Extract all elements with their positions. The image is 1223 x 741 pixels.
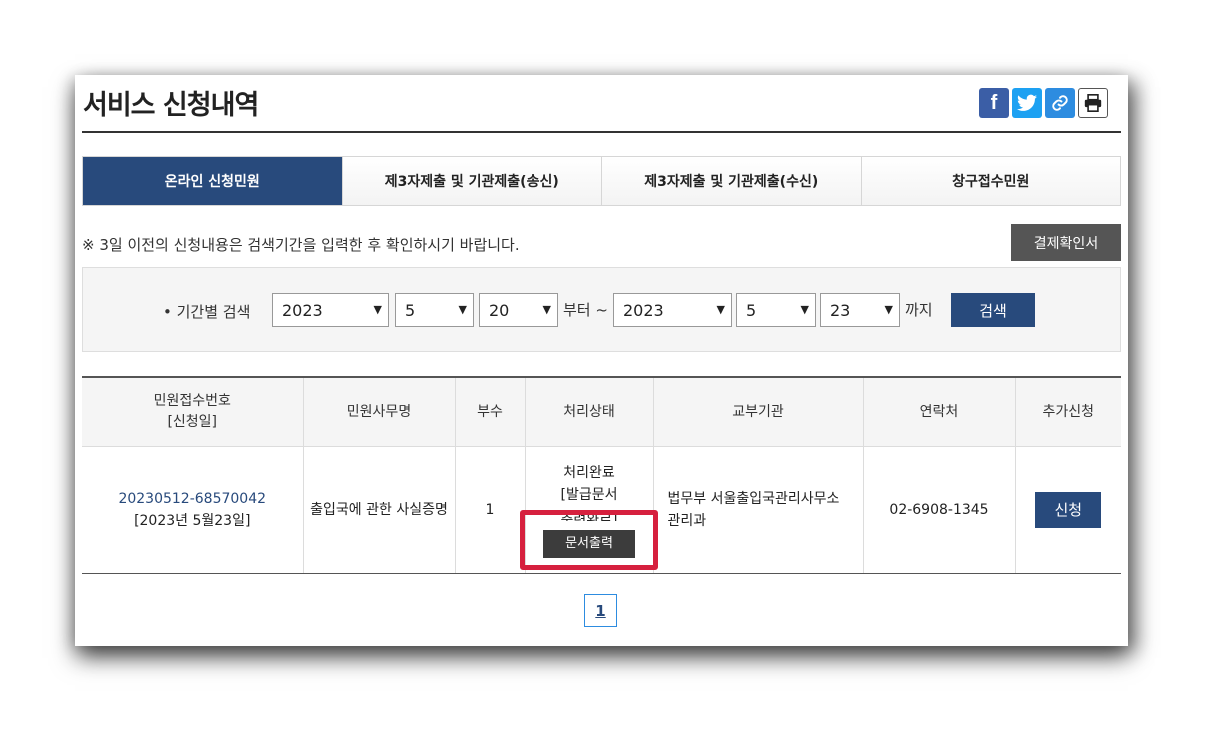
from-month-select[interactable]: 5 ▼ — [395, 293, 474, 327]
header-additional-request: 추가신청 — [1014, 376, 1121, 447]
header-service-name: 민원사무명 — [302, 376, 455, 447]
tab-online-application[interactable]: 온라인 신청민원 — [83, 157, 342, 205]
header-date-label: [신청일] — [167, 414, 218, 430]
print-icon[interactable] — [1078, 88, 1108, 118]
chevron-down-icon: ▼ — [716, 303, 725, 316]
header-contact: 연락처 — [862, 376, 1015, 447]
to-day-select[interactable]: 23 ▼ — [820, 293, 900, 327]
receipt-cell: 20230512-68570042 [2023년 5월23일] — [82, 446, 303, 574]
from-month-value: 5 — [405, 300, 416, 320]
to-month-value: 5 — [746, 300, 757, 320]
header-receipt-label: 민원접수번호 — [153, 393, 231, 409]
period-search-label: • 기간별 검색 — [163, 303, 251, 321]
additional-request-cell: 신청 — [1014, 446, 1121, 574]
agency-name: 법무부 서울출입국관리사무소 — [667, 491, 840, 507]
chevron-down-icon: ▼ — [884, 303, 893, 316]
tab-bar: 온라인 신청민원 제3자제출 및 기관제출(송신) 제3자제출 및 기관제출(수… — [82, 156, 1121, 206]
header-receipt-number: 민원접수번호 [신청일] — [82, 376, 303, 447]
to-month-select[interactable]: 5 ▼ — [736, 293, 816, 327]
search-period-notice: ※ 3일 이전의 신청내용은 검색기간을 입력한 후 확인하시기 바랍니다. — [82, 236, 520, 254]
header-copies: 부수 — [454, 376, 525, 447]
from-day-value: 20 — [489, 300, 510, 320]
service-name-cell: 출입국에 관한 사실증명 — [302, 446, 455, 574]
link-icon[interactable] — [1045, 88, 1075, 118]
pagination-page-1[interactable]: 1 — [584, 594, 617, 627]
chevron-down-icon: ▼ — [458, 303, 467, 316]
share-toolbar: f — [979, 88, 1108, 118]
print-button-highlight — [520, 510, 658, 570]
agency-cell: 법무부 서울출입국관리사무소 관리과 — [652, 446, 863, 574]
to-text: 까지 — [905, 301, 933, 319]
tab-counter-application[interactable]: 창구접수민원 — [860, 157, 1120, 205]
to-day-value: 23 — [830, 300, 851, 320]
twitter-icon[interactable] — [1012, 88, 1042, 118]
to-year-value: 2023 — [623, 300, 664, 320]
from-text: 부터 ~ — [563, 301, 608, 319]
tab-third-party-sent[interactable]: 제3자제출 및 기관제출(송신) — [341, 157, 601, 205]
contact-cell: 02-6908-1345 — [862, 446, 1015, 574]
status-detail: [발급문서 — [560, 487, 618, 503]
from-year-value: 2023 — [282, 300, 323, 320]
chevron-down-icon: ▼ — [800, 303, 809, 316]
period-search-box: • 기간별 검색 2023 ▼ 5 ▼ 20 ▼ 부터 ~ 2023 ▼ 5 ▼… — [82, 267, 1121, 352]
agency-department: 관리과 — [667, 513, 707, 529]
from-year-select[interactable]: 2023 ▼ — [272, 293, 389, 327]
service-history-panel: 서비스 신청내역 f 온라인 신청민원 제3자제출 및 기관제출(송신) 제3자… — [75, 75, 1128, 646]
title-divider — [82, 131, 1121, 133]
search-button[interactable]: 검색 — [951, 293, 1035, 327]
chevron-down-icon: ▼ — [542, 303, 551, 316]
table-header-row: 민원접수번호 [신청일] 민원사무명 부수 처리상태 교부기관 연락처 추가신청 — [82, 376, 1121, 447]
to-year-select[interactable]: 2023 ▼ — [613, 293, 732, 327]
application-date: [2023년 5월23일] — [134, 513, 251, 529]
page-title: 서비스 신청내역 — [83, 90, 259, 121]
apply-button[interactable]: 신청 — [1035, 492, 1102, 528]
copies-cell: 1 — [454, 446, 525, 574]
header-issuing-agency: 교부기관 — [652, 376, 863, 447]
header-status: 처리상태 — [524, 376, 653, 447]
status-text: 처리완료 — [563, 465, 615, 481]
tab-third-party-received[interactable]: 제3자제출 및 기관제출(수신) — [601, 157, 861, 205]
payment-confirmation-button[interactable]: 결제확인서 — [1011, 224, 1121, 261]
from-day-select[interactable]: 20 ▼ — [479, 293, 558, 327]
facebook-icon[interactable]: f — [979, 88, 1009, 118]
chevron-down-icon: ▼ — [373, 303, 382, 316]
receipt-number-link[interactable]: 20230512-68570042 — [118, 491, 266, 507]
